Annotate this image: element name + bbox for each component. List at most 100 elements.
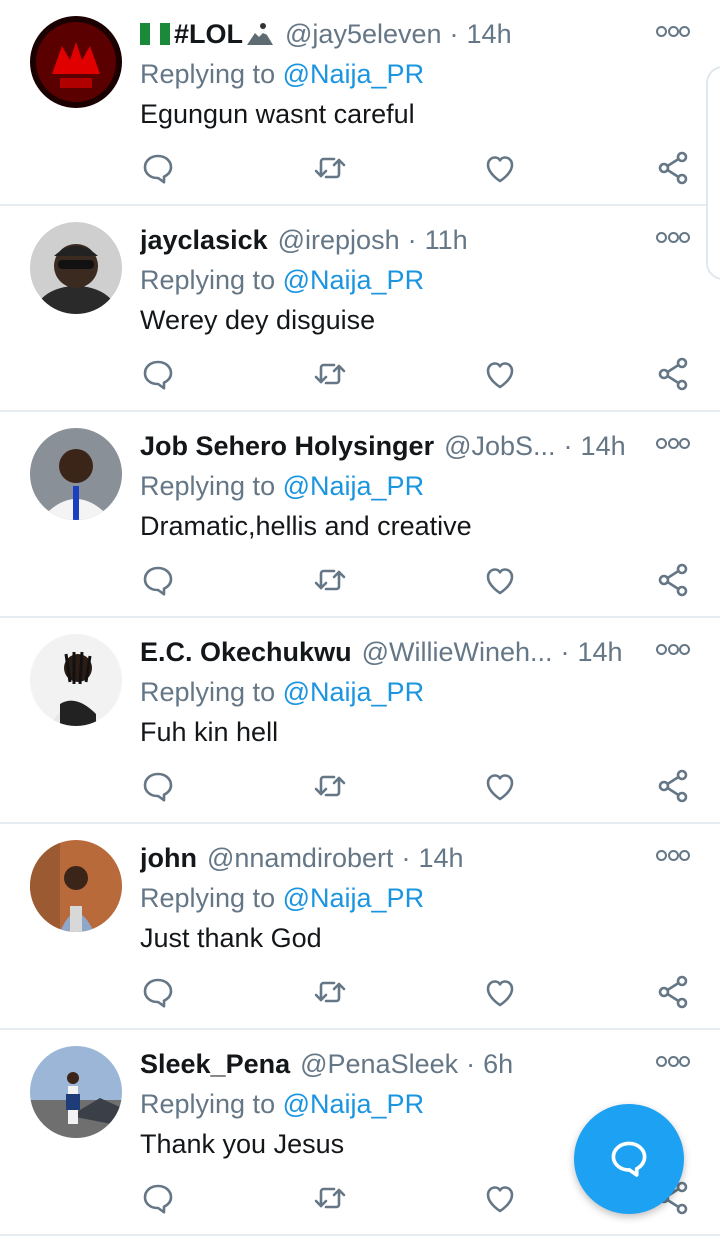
reply-feed: #LOL @jay5eleven · 14h Replying to @Naija_PR… [0,0,720,1236]
separator-dot: · [407,225,417,255]
reply-icon[interactable] [138,972,178,1012]
tweet-reply[interactable]: Job Sehero Holysinger @JobS... · 14h Replyin… [0,412,720,618]
tweet-text: Dramatic,hellis and creative [140,511,472,541]
display-name[interactable]: #LOL [140,14,275,54]
more-icon[interactable] [656,642,690,656]
tweet-text: Werey dey disguise [140,305,376,335]
display-name[interactable]: Job Sehero Holysinger [140,426,434,466]
mention-link[interactable]: @Naija_PR [283,59,424,89]
retweet-icon[interactable] [310,972,350,1012]
share-icon[interactable] [653,354,693,394]
tweet-text: Fuh kin hell [140,717,279,747]
compose-reply-icon [611,1141,647,1177]
user-handle[interactable]: @JobS... [444,426,555,466]
tweet-reply[interactable]: jayclasick @irepjosh · 11h Replying to @Naij… [0,206,720,412]
replying-to-line: Replying to @Naija_PR [140,878,650,918]
mention-link[interactable]: @Naija_PR [283,883,424,913]
replying-to-label: Replying to [140,677,276,707]
display-name[interactable]: E.C. Okechukwu [140,632,352,672]
reply-icon[interactable] [138,766,178,806]
tweet-text: Egungun wasnt careful [140,99,415,129]
mention-link[interactable]: @Naija_PR [283,677,424,707]
replying-to-label: Replying to [140,59,276,89]
reply-icon[interactable] [138,1178,178,1218]
more-icon[interactable] [656,848,690,862]
user-handle[interactable]: @jay5eleven [285,14,442,54]
share-icon[interactable] [653,972,693,1012]
mention-link[interactable]: @Naija_PR [283,1089,424,1119]
avatar[interactable] [30,1046,122,1138]
share-icon[interactable] [653,560,693,600]
replying-to-line: Replying to @Naija_PR [140,260,650,300]
more-icon[interactable] [656,436,690,450]
replying-to-line: Replying to @Naija_PR [140,54,650,94]
mention-link[interactable]: @Naija_PR [283,265,424,295]
avatar[interactable] [30,428,122,520]
tweet-actions [0,148,720,188]
share-icon[interactable] [653,148,693,188]
retweet-icon[interactable] [310,354,350,394]
avatar[interactable] [30,16,122,108]
display-name[interactable]: john [140,838,197,878]
timestamp[interactable]: 14h [418,838,463,878]
timestamp[interactable]: 6h [483,1044,513,1084]
display-name-text: #LOL [174,19,244,49]
tweet-text: Just thank God [140,923,322,953]
tweet-reply[interactable]: E.C. Okechukwu @WillieWineh... · 14h Replyin… [0,618,720,824]
user-handle[interactable]: @PenaSleek [300,1044,458,1084]
user-handle[interactable]: @irepjosh [278,220,400,260]
tweet-header: #LOL @jay5eleven · 14h [140,14,650,54]
tweet-actions [0,354,720,394]
mention-link[interactable]: @Naija_PR [283,471,424,501]
compose-reply-button[interactable] [574,1104,684,1214]
separator-dot: · [560,637,570,667]
replying-to-line: Replying to @Naija_PR [140,1084,650,1124]
avatar[interactable] [30,634,122,726]
display-name-text: john [140,843,197,873]
timestamp[interactable]: 14h [581,426,626,466]
reply-icon[interactable] [138,560,178,600]
heart-icon[interactable] [480,354,520,394]
user-handle[interactable]: @nnamdirobert [207,838,394,878]
nigeria-flag-icon [140,23,170,45]
reply-icon[interactable] [138,354,178,394]
tweet-content: Job Sehero Holysinger @JobS... · 14h Replyin… [140,426,650,546]
tweet-content: jayclasick @irepjosh · 11h Replying to @Naij… [140,220,650,340]
replying-to-line: Replying to @Naija_PR [140,466,650,506]
side-panel-edge[interactable] [706,66,720,280]
more-icon[interactable] [656,230,690,244]
tweet-content: Sleek_Pena @PenaSleek · 6h Replying to @Naij… [140,1044,650,1164]
tweet-reply[interactable]: #LOL @jay5eleven · 14h Replying to @Naija_PR… [0,0,720,206]
display-name[interactable]: jayclasick [140,220,268,260]
heart-icon[interactable] [480,1178,520,1218]
retweet-icon[interactable] [310,148,350,188]
tweet-actions [0,766,720,806]
more-icon[interactable] [656,24,690,38]
avatar[interactable] [30,840,122,932]
reply-icon[interactable] [138,148,178,188]
timestamp[interactable]: 14h [467,14,512,54]
retweet-icon[interactable] [310,766,350,806]
tweet-header: jayclasick @irepjosh · 11h [140,220,650,260]
user-handle[interactable]: @WillieWineh... [362,632,553,672]
heart-icon[interactable] [480,972,520,1012]
retweet-icon[interactable] [310,1178,350,1218]
heart-icon[interactable] [480,560,520,600]
heart-icon[interactable] [480,766,520,806]
tweet-content: john @nnamdirobert · 14h Replying to @Naija_… [140,838,650,958]
share-icon[interactable] [653,766,693,806]
display-name[interactable]: Sleek_Pena [140,1044,290,1084]
display-name-text: E.C. Okechukwu [140,637,352,667]
tweet-actions [0,560,720,600]
more-icon[interactable] [656,1054,690,1068]
tweet-content: #LOL @jay5eleven · 14h Replying to @Naija_PR… [140,14,650,134]
eagle-icon [247,23,274,45]
replying-to-label: Replying to [140,1089,276,1119]
tweet-header: Job Sehero Holysinger @JobS... · 14h [140,426,650,466]
timestamp[interactable]: 14h [578,632,623,672]
retweet-icon[interactable] [310,560,350,600]
heart-icon[interactable] [480,148,520,188]
tweet-reply[interactable]: john @nnamdirobert · 14h Replying to @Naija_… [0,824,720,1030]
avatar[interactable] [30,222,122,314]
timestamp[interactable]: 11h [425,220,468,260]
